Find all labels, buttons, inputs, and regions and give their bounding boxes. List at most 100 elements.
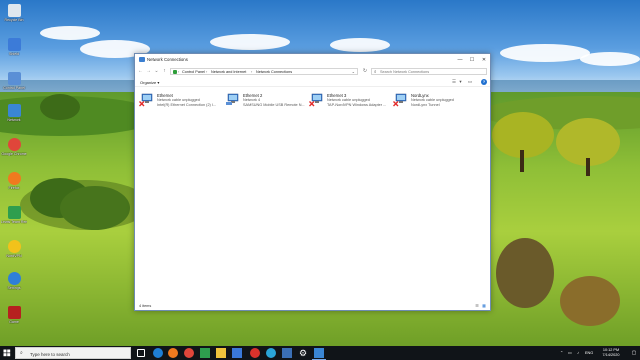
chrome-icon xyxy=(7,138,21,151)
autumn-tree xyxy=(560,276,620,326)
edge-icon[interactable] xyxy=(153,348,163,358)
language-indicator[interactable]: ENG xyxy=(585,351,593,360)
bare-tree xyxy=(496,238,554,308)
view-dropdown-icon[interactable]: ▾ xyxy=(458,79,463,85)
close-button[interactable]: ✕ xyxy=(478,54,490,66)
desktop-icon-firefox[interactable]: Firefox xyxy=(1,172,27,190)
adapter-status: Network cable unplugged xyxy=(327,98,370,102)
adapter-device: TAP-NordVPN Windows Adapter ... xyxy=(327,102,387,107)
up-button[interactable]: ↑ xyxy=(161,68,168,75)
cloud xyxy=(210,34,290,50)
blue-app-icon xyxy=(7,272,21,285)
adapter-ethernet-3[interactable]: Ethernet 3 Network cable unplugged TAP-N… xyxy=(307,92,391,110)
notification-center-icon[interactable]: ▢ xyxy=(630,349,638,357)
desktop-icon-chrome[interactable]: Google Chrome xyxy=(1,138,27,156)
status-bar: 4 items ☰ ▦ xyxy=(135,302,490,311)
breadcrumb-separator: › xyxy=(251,69,253,74)
breadcrumb-network-connections[interactable]: Network Connections xyxy=(256,70,292,74)
adapter-ethernet-2[interactable]: Ethernet 2 Network 4 SAMSUNG Mobile USB … xyxy=(223,92,307,110)
disconnected-x-icon xyxy=(393,101,399,107)
green-taskbar-icon[interactable] xyxy=(200,348,210,358)
adapter-device: Intel(R) Ethernet Connection (2) I... xyxy=(157,102,217,107)
back-button[interactable]: ← xyxy=(137,68,144,75)
desktop-icon-blue-app[interactable]: Settings xyxy=(1,272,27,290)
organize-menu[interactable]: Organize ▾ xyxy=(140,80,159,85)
settings-gear-icon[interactable]: ⚙ xyxy=(298,348,308,358)
firefox-icon xyxy=(7,172,21,185)
disconnected-x-icon xyxy=(309,101,315,107)
desktop-icon-yellow-app[interactable]: NordVPN xyxy=(1,240,27,258)
task-view-icon[interactable] xyxy=(137,349,145,357)
clock[interactable]: 10:12 PM 7/14/2020 xyxy=(596,348,626,358)
control-panel-icon xyxy=(7,72,21,85)
globe-icon[interactable] xyxy=(266,348,276,358)
network-adapter-icon xyxy=(226,93,239,105)
tree xyxy=(40,94,80,120)
maximize-button[interactable]: ☐ xyxy=(466,54,478,66)
network-icon xyxy=(7,104,21,117)
desktop-icon-game[interactable]: Game xyxy=(1,306,27,324)
breadcrumb-separator: › xyxy=(206,69,208,74)
forward-button[interactable]: → xyxy=(145,68,152,75)
network-connections-taskbar-icon[interactable] xyxy=(312,348,326,360)
start-button[interactable] xyxy=(0,346,14,360)
cloud xyxy=(500,44,590,62)
disconnected-x-icon xyxy=(139,101,145,107)
mail-icon[interactable] xyxy=(232,348,242,358)
title-bar[interactable]: Network Connections — ☐ ✕ xyxy=(135,54,490,66)
cloud xyxy=(330,38,390,52)
firefox-taskbar-icon[interactable] xyxy=(168,348,178,358)
network-connections-icon xyxy=(139,57,145,62)
desktop-icon-green-app[interactable]: Lewis Team Remove xyxy=(1,206,27,224)
desktop-icon-shield[interactable]: Shield xyxy=(1,38,27,56)
taskbar-search-box[interactable]: ⌕ Type here to search xyxy=(15,347,131,359)
address-dropdown-button[interactable]: ⌄ xyxy=(352,69,355,74)
search-box[interactable]: ⌕ xyxy=(371,68,487,75)
recycle-bin-icon xyxy=(7,4,21,17)
taskbar: ⌕ Type here to search ⚙ ⌃ ▭ ♪ ENG 10:12 … xyxy=(0,346,640,360)
search-input[interactable] xyxy=(380,69,484,74)
breadcrumb-separator: › xyxy=(178,69,180,74)
network-adapter-icon xyxy=(139,93,153,107)
volume-icon[interactable]: ♪ xyxy=(577,350,579,360)
show-hidden-icons[interactable]: ⌃ xyxy=(560,350,563,360)
tree-trunk xyxy=(586,158,590,176)
adapter-device: NordLynx Tunnel xyxy=(411,102,440,107)
desktop-icon-recycle-bin[interactable]: Recycle Bin xyxy=(1,4,27,22)
windows-logo-icon xyxy=(3,349,11,357)
adapter-nordlynx[interactable]: NordLynx Network cable unplugged NordLyn… xyxy=(391,92,475,110)
help-icon[interactable]: ? xyxy=(481,79,487,85)
tree xyxy=(60,186,130,230)
details-view-icon[interactable]: ☰ xyxy=(474,303,480,309)
network-adapter-icon xyxy=(393,93,407,107)
breadcrumb-control-panel[interactable]: Control Panel xyxy=(182,70,205,74)
adapter-status: Network 4 xyxy=(243,98,261,102)
change-view-icon[interactable]: ☰ xyxy=(450,79,458,85)
command-bar: Organize ▾ ☰ ▾ ▭ ? xyxy=(135,77,490,87)
network-tray-icon[interactable]: ▭ xyxy=(568,350,572,360)
adapter-status: Network cable unplugged xyxy=(411,98,454,102)
adapter-ethernet[interactable]: Ethernet Network cable unplugged Intel(R… xyxy=(137,92,221,110)
photos-icon[interactable] xyxy=(282,348,292,358)
cloud xyxy=(40,26,100,40)
address-bar[interactable]: › Control Panel › Network and Internet ›… xyxy=(170,68,358,75)
control-panel-small-icon xyxy=(173,70,177,74)
refresh-button[interactable]: ↻ xyxy=(361,68,369,75)
network-adapter-icon xyxy=(309,93,323,107)
minimize-button[interactable]: — xyxy=(454,54,466,66)
preview-pane-icon[interactable]: ▭ xyxy=(466,79,474,85)
file-explorer-icon[interactable] xyxy=(216,348,226,358)
green-app-icon xyxy=(7,206,21,219)
red-app-icon[interactable] xyxy=(250,348,260,358)
shield-app-icon xyxy=(7,38,21,51)
desktop-icon-control-panel[interactable]: Control Panel xyxy=(1,72,27,90)
chrome-taskbar-icon[interactable] xyxy=(184,348,194,358)
desktop-icon-network[interactable]: Network xyxy=(1,104,27,122)
network-connections-window: Network Connections — ☐ ✕ ← → ⌄ ↑ › Cont… xyxy=(134,53,491,311)
breadcrumb-network-and-internet[interactable]: Network and Internet xyxy=(211,70,246,74)
adapter-status: Network cable unplugged xyxy=(157,98,200,102)
game-icon xyxy=(7,306,21,319)
connections-list: Ethernet Network cable unplugged Intel(R… xyxy=(135,88,490,302)
recent-locations-button[interactable]: ⌄ xyxy=(153,68,160,75)
tiles-view-icon[interactable]: ▦ xyxy=(481,303,487,309)
